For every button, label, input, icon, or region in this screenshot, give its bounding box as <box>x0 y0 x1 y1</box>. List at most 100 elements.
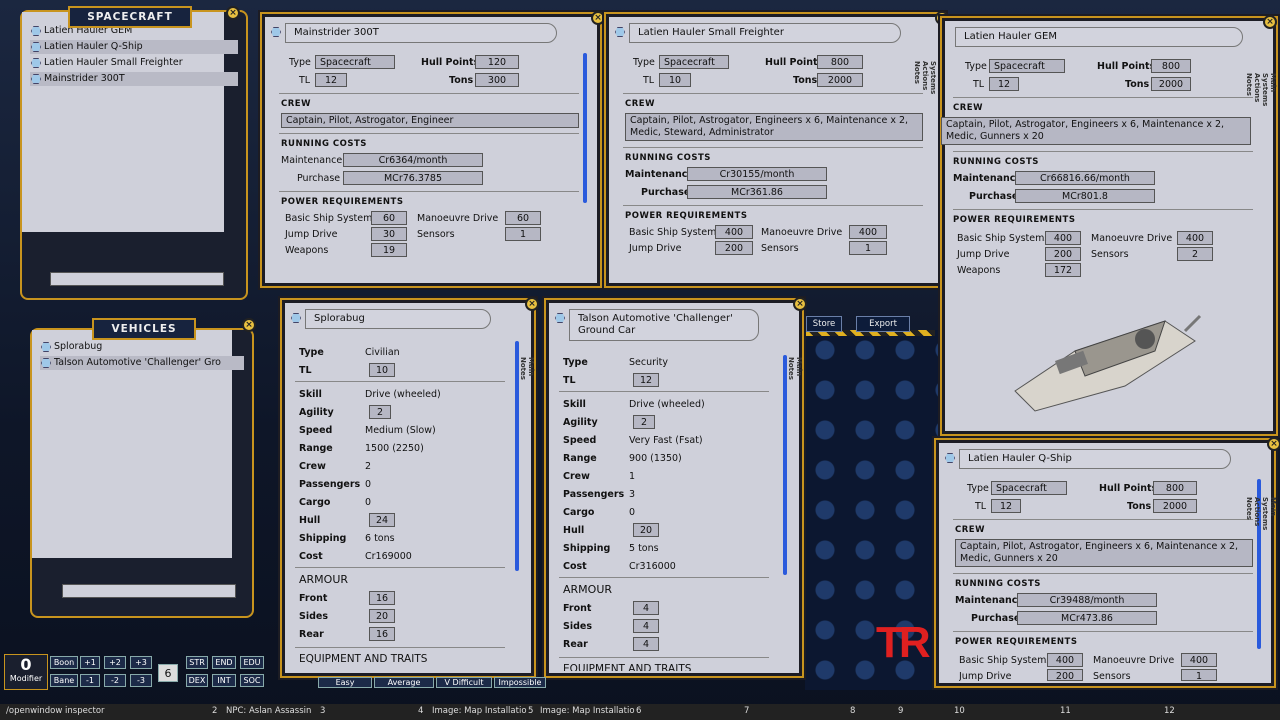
tons-field[interactable]: 2000 <box>1151 77 1191 91</box>
list-item[interactable]: Mainstrider 300T <box>30 72 238 86</box>
edu-button[interactable]: EDU <box>240 656 264 669</box>
tl-field[interactable]: 10 <box>659 73 691 87</box>
tons-field[interactable]: 2000 <box>817 73 863 87</box>
tl-field[interactable]: 12 <box>315 73 347 87</box>
purchase-field[interactable]: MCr361.86 <box>687 185 827 199</box>
d6-die-icon[interactable]: 6 <box>158 664 178 682</box>
soc-button[interactable]: SOC <box>240 674 264 687</box>
type-field[interactable]: Spacecraft <box>659 55 729 69</box>
hull-points-field[interactable]: 120 <box>475 55 519 69</box>
hull-field[interactable]: 24 <box>369 513 395 527</box>
weapons-field[interactable]: 172 <box>1045 263 1081 277</box>
maintenance-field[interactable]: Cr6364/month <box>343 153 483 167</box>
int-button[interactable]: INT <box>212 674 236 687</box>
tab-systems[interactable]: Systems <box>1261 73 1269 106</box>
window-title[interactable]: Latien Hauler GEM <box>955 27 1243 47</box>
manoeuvre-field[interactable]: 60 <box>505 211 541 225</box>
close-icon[interactable]: × <box>591 11 605 25</box>
maintenance-field[interactable]: Cr30155/month <box>687 167 827 181</box>
sensors-field[interactable]: 1 <box>505 227 541 241</box>
purchase-field[interactable]: MCr801.8 <box>1015 189 1155 203</box>
plus1-button[interactable]: +1 <box>80 656 100 669</box>
sides-field[interactable]: 4 <box>633 619 659 633</box>
end-button[interactable]: END <box>212 656 236 669</box>
maintenance-field[interactable]: Cr66816.66/month <box>1015 171 1155 185</box>
scrollbar[interactable] <box>583 53 587 203</box>
hotkey-3[interactable]: Image: Map Installatio <box>432 706 527 716</box>
jump-field[interactable]: 200 <box>1047 669 1083 681</box>
hull-field[interactable]: 20 <box>633 523 659 537</box>
tab-actions[interactable]: Actions <box>1253 73 1261 106</box>
close-icon[interactable]: × <box>525 297 539 311</box>
hull-points-field[interactable]: 800 <box>1151 59 1191 73</box>
tab-main[interactable]: Main <box>1269 73 1277 106</box>
type-field[interactable]: Spacecraft <box>989 59 1065 73</box>
minus2-button[interactable]: -2 <box>104 674 126 687</box>
window-title[interactable]: Latien Hauler Q-Ship <box>959 449 1231 469</box>
tl-field[interactable]: 12 <box>991 499 1021 513</box>
type-field[interactable]: Spacecraft <box>315 55 395 69</box>
export-button[interactable]: Export <box>856 316 910 332</box>
list-item[interactable]: Latien Hauler Q-Ship <box>30 40 238 54</box>
list-item[interactable]: Splorabug <box>40 340 244 354</box>
jump-field[interactable]: 30 <box>371 227 407 241</box>
tons-field[interactable]: 2000 <box>1153 499 1197 513</box>
easy-button[interactable]: Easy <box>318 677 372 688</box>
basic-field[interactable]: 400 <box>1045 231 1081 245</box>
tab-main[interactable]: Main <box>1269 497 1277 530</box>
bane-button[interactable]: Bane <box>50 674 78 687</box>
hull-points-field[interactable]: 800 <box>1153 481 1197 495</box>
plus2-button[interactable]: +2 <box>104 656 126 669</box>
crew-field[interactable]: Captain, Pilot, Astrogator, Engineers x … <box>955 539 1253 567</box>
window-title[interactable]: Mainstrider 300T <box>285 23 557 43</box>
window-title[interactable]: Splorabug <box>305 309 491 329</box>
tab-notes[interactable]: Notes <box>787 357 795 380</box>
tl-field[interactable]: 12 <box>989 77 1019 91</box>
v-difficult-button[interactable]: V Difficult <box>436 677 492 688</box>
close-icon[interactable]: × <box>793 297 807 311</box>
rear-field[interactable]: 4 <box>633 637 659 651</box>
vehicles-filter-input[interactable] <box>62 584 236 598</box>
tab-systems[interactable]: Systems <box>929 61 937 94</box>
tons-field[interactable]: 300 <box>475 73 519 87</box>
sides-field[interactable]: 20 <box>369 609 395 623</box>
str-button[interactable]: STR <box>186 656 208 669</box>
crew-field[interactable]: Captain, Pilot, Astrogator, Engineers x … <box>625 113 923 141</box>
list-item[interactable]: Latien Hauler Small Freighter <box>30 56 238 70</box>
jump-field[interactable]: 200 <box>1045 247 1081 261</box>
front-field[interactable]: 16 <box>369 591 395 605</box>
purchase-field[interactable]: MCr473.86 <box>1017 611 1157 625</box>
tab-notes[interactable]: Notes <box>913 61 921 94</box>
dex-button[interactable]: DEX <box>186 674 208 687</box>
hotkey-4[interactable]: Image: Map Installatio <box>540 706 635 716</box>
tab-main[interactable]: Main <box>795 357 803 380</box>
weapons-field[interactable]: 19 <box>371 243 407 257</box>
plus3-button[interactable]: +3 <box>130 656 152 669</box>
hotkey-1[interactable]: /openwindow inspector <box>6 706 105 716</box>
store-button[interactable]: Store <box>806 316 842 332</box>
crew-field[interactable]: Captain, Pilot, Astrogator, Engineer <box>281 113 579 128</box>
type-field[interactable]: Spacecraft <box>991 481 1067 495</box>
tab-notes[interactable]: Notes <box>1245 497 1253 530</box>
tab-notes[interactable]: Notes <box>1245 73 1253 106</box>
purchase-field[interactable]: MCr76.3785 <box>343 171 483 185</box>
tl-field[interactable]: 12 <box>633 373 659 387</box>
agility-field[interactable]: 2 <box>369 405 391 419</box>
basic-field[interactable]: 60 <box>371 211 407 225</box>
minus1-button[interactable]: -1 <box>80 674 100 687</box>
maintenance-field[interactable]: Cr39488/month <box>1017 593 1157 607</box>
manoeuvre-field[interactable]: 400 <box>1177 231 1213 245</box>
close-icon[interactable]: × <box>226 6 240 20</box>
boon-button[interactable]: Boon <box>50 656 78 669</box>
tab-main[interactable]: Main <box>527 357 535 380</box>
sensors-field[interactable]: 1 <box>1181 669 1217 681</box>
manoeuvre-field[interactable]: 400 <box>1181 653 1217 667</box>
scrollbar[interactable] <box>783 355 787 575</box>
minus3-button[interactable]: -3 <box>130 674 152 687</box>
tab-actions[interactable]: Actions <box>921 61 929 94</box>
impossible-button[interactable]: Impossible <box>494 677 546 688</box>
hotkey-2[interactable]: NPC: Aslan Assassin <box>226 706 311 716</box>
list-item[interactable]: Talson Automotive 'Challenger' Gro <box>40 356 244 370</box>
front-field[interactable]: 4 <box>633 601 659 615</box>
tab-systems[interactable]: Systems <box>1261 497 1269 530</box>
